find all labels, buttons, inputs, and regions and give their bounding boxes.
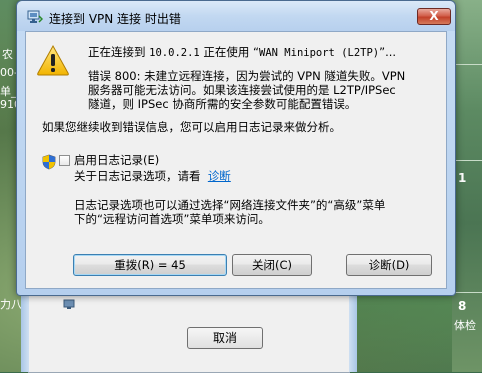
- right-label: 体检: [454, 319, 476, 332]
- network-icon: [63, 299, 75, 309]
- warning-icon: [37, 44, 69, 76]
- cancel-button[interactable]: 取消: [187, 327, 263, 349]
- right-panel-strip: 1 8 体检: [452, 0, 482, 372]
- underlying-window: 取消: [21, 290, 357, 373]
- bg-text-3: 单_: [0, 85, 17, 98]
- error-line-2: 服务器可能无法访问。如果该连接尝试使用的是 L2TP/IPSec: [88, 83, 396, 97]
- redial-button[interactable]: 重拨(R) = 45: [73, 254, 227, 276]
- error-line-1: 错误 800: 未建立远程连接，因为尝试的 VPN 隧道失败。VPN: [88, 69, 406, 83]
- msg-part: ”...: [379, 45, 397, 59]
- options-line-1: 日志记录选项也可以通过选择“网络连接文件夹”的“高级”菜单: [74, 198, 386, 212]
- dialog-content: 正在连接到 10.0.2.1 正在使用 “WAN Miniport (L2TP)…: [25, 31, 447, 289]
- msg-device: WAN Miniport (L2TP): [259, 47, 380, 59]
- close-window-button[interactable]: X: [417, 8, 451, 25]
- right-cell: [452, 64, 482, 160]
- uac-shield-icon: [42, 154, 56, 170]
- close-button[interactable]: 关闭(C): [232, 254, 312, 276]
- options-line-2: 下的“远程访问首选项”菜单项来访问。: [74, 212, 270, 226]
- network-connection-icon: [27, 10, 43, 23]
- enable-log-checkbox[interactable]: [59, 155, 70, 166]
- bg-text-1: 农: [2, 48, 13, 61]
- right-cell: 8 体检: [452, 292, 482, 372]
- title-bar[interactable]: 连接到 VPN 连接 时出错 X: [17, 1, 455, 31]
- msg-ip: 10.0.2.1: [149, 47, 200, 59]
- log-options-text: 关于日志记录选项，请看: [74, 169, 201, 183]
- window-frame-left: [21, 290, 29, 372]
- connecting-message: 正在连接到 10.0.2.1 正在使用 “WAN Miniport (L2TP)…: [88, 45, 396, 60]
- dialog-title: 连接到 VPN 连接 时出错: [49, 12, 181, 26]
- bg-text-5: 力八: [0, 298, 22, 311]
- diagnose-button[interactable]: 诊断(D): [346, 254, 432, 276]
- window-frame-right: [349, 290, 357, 372]
- msg-part: 正在连接到: [88, 45, 150, 59]
- log-hint: 如果您继续收到错误信息，您可以启用日志记录来做分析。: [42, 120, 341, 134]
- diagnose-link[interactable]: 诊断: [208, 169, 231, 183]
- enable-log-label[interactable]: 启用日志记录(E): [74, 153, 159, 167]
- right-cell: 1: [452, 160, 482, 292]
- error-line-3: 隧道，则 IPSec 协商所需的安全参数可能配置错误。: [88, 97, 357, 111]
- msg-part: 正在使用 “: [199, 45, 260, 59]
- vpn-error-dialog: 连接到 VPN 连接 时出错 X 正在连接到 10.0.2.1 正在使用 “WA…: [16, 0, 456, 296]
- right-number: 8: [458, 299, 467, 313]
- right-number: 1: [458, 171, 467, 185]
- log-options-line: 关于日志记录选项，请看 诊断: [74, 169, 231, 183]
